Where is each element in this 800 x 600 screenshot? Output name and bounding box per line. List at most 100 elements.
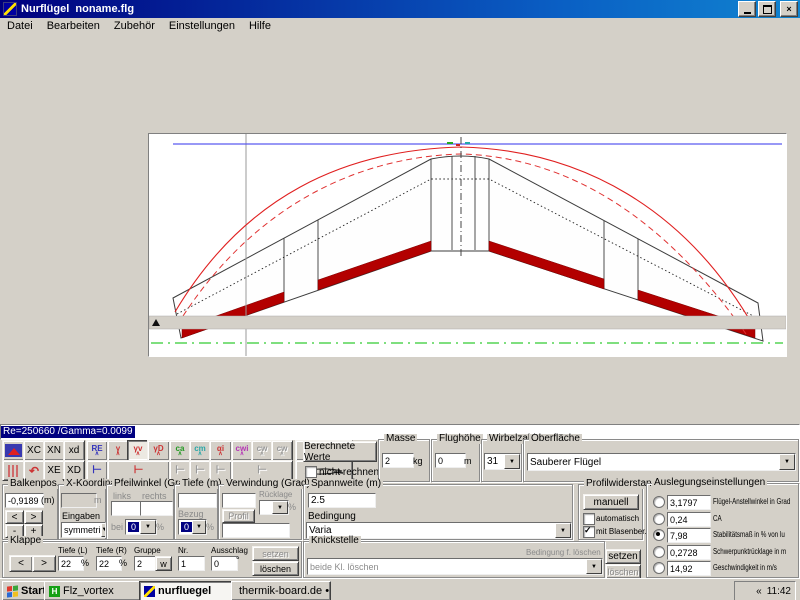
verwindung-extra-input[interactable] [222,523,290,538]
plot-cw-button-1[interactable]: cw∧ [251,440,273,461]
plot-cw-button-2[interactable]: cw∧ [271,440,293,461]
xn-button[interactable]: XN [43,440,65,461]
pfeilwinkel-links-input[interactable] [111,501,143,516]
schwerpunkt-label: Schwerpunktrücklage in m [713,547,786,556]
wing-drawing-canvas[interactable] [148,133,787,357]
automatisch-checkbox[interactable] [583,513,595,525]
eingaben-combo[interactable]: symmetri ▼ [61,522,106,538]
stabilitaetsmass-input[interactable]: 7,98 [667,528,711,543]
schwerpunkt-input[interactable]: 0,2728 [667,545,711,560]
gruppe-label: Gruppe [134,546,161,555]
plot-re-button[interactable]: RE∧ [86,440,108,461]
klappe-next-button[interactable]: > [32,555,56,572]
tiefe-input[interactable] [178,493,217,508]
menu-hilfe[interactable]: Hilfe [242,20,278,32]
plot-gamma-button[interactable]: γ∧ [107,440,129,461]
bedingung-label: Bedingung [308,511,356,522]
klappe-loeschen-button[interactable]: löschen [252,561,299,576]
menu-einstellungen[interactable]: Einstellungen [162,20,242,32]
anstellwinkel-input[interactable]: 3,1797 [667,495,711,510]
plot-gamma-d-button[interactable]: γD∧ [147,440,170,461]
close-button[interactable]: × [780,1,798,17]
chevron-down-icon[interactable]: ▼ [504,454,520,469]
gamma-v-plot-icon: γv∧ [134,445,143,457]
geschwindigkeit-input[interactable]: 14,92 [667,561,711,576]
chevron-down-icon[interactable]: ▼ [272,501,288,514]
chevron-down-icon[interactable]: ▼ [140,520,156,534]
start-button[interactable]: Start [2,581,48,600]
menu-datei[interactable]: Datei [0,20,40,32]
plot-ca-button[interactable]: ca∧ [169,440,191,461]
balkenpos-input[interactable]: -0,9189 [5,493,44,508]
gamma-d-plot-icon: γD∧ [153,445,163,457]
ca-input[interactable]: 0,24 [667,512,711,527]
radio-anstellwinkel[interactable] [653,496,665,508]
chevron-down-icon[interactable]: ▼ [555,523,571,538]
task-nurfluegel[interactable]: nurfluegel [139,581,237,600]
knickstelle-combo[interactable]: beide Kl. löschen ▼ [307,558,603,575]
nicht-rechnen-checkbox[interactable] [305,466,317,478]
cwi-plot-icon: cwi∧ [236,445,249,457]
profil-button[interactable]: Profil [222,509,255,523]
wirbelzahl-combo[interactable]: 31 ▼ [484,453,521,470]
xc-button[interactable]: XC [23,440,45,461]
clock[interactable]: 11:42 [767,586,791,597]
minimize-button[interactable] [738,1,756,17]
klappe-prev-button[interactable]: < [9,555,33,572]
chevron-down-icon[interactable]: ▼ [586,559,602,574]
app-window: Nurflügel noname.flg × Datei Bearbeiten … [0,0,800,600]
tray-icon[interactable]: « [756,586,762,597]
oberflaeche-combo[interactable]: Sauberer Flügel ▼ [527,453,796,471]
restore-button[interactable] [758,1,776,17]
ausschlag-input[interactable]: 0 [211,556,238,571]
xkoordinate-input[interactable] [61,493,97,508]
nr-input[interactable]: 1 [178,556,205,571]
canvas-splitter-bar[interactable] [149,316,786,329]
masse-group: Masse 2 kg [378,439,430,482]
wing-view-button[interactable] [2,440,25,461]
berechnete-werte-button[interactable]: Berechnete Werte [303,441,377,462]
tiefe-l-percent: % [81,558,89,568]
verwindung-input[interactable] [222,493,256,508]
task-thermik-board[interactable]: thermik-board.de •... [231,581,331,600]
bei-combo[interactable]: 0 ▼ [125,519,157,535]
spannweite-input[interactable]: 2.5 [308,493,376,508]
masse-input[interactable]: 2 [382,453,414,468]
plot-alpha-i-button[interactable]: αi∧ [209,440,232,461]
wirbelzahl-group: Wirbelzahl 31 ▼ [481,439,522,482]
flag-blue-icon: ⊢ [92,465,102,476]
radio-geschwindigkeit[interactable] [653,562,665,574]
radio-ca[interactable] [653,513,665,525]
plot-cwi-button[interactable]: cwi∧ [231,440,253,461]
flughoehe-input[interactable]: 0 [435,453,466,468]
blasen-checkbox[interactable] [583,526,595,538]
tiefe-group: Tiefe (m) Bezug 0 ▼ % [174,484,218,540]
klappe-setzen-button[interactable]: setzen [252,546,299,561]
radio-schwerpunkt[interactable] [653,546,665,558]
gruppe-w-button[interactable]: w [155,556,172,571]
pfeil-percent: % [156,522,164,532]
ausschlag-deg: ° [236,555,240,565]
balkenpos-next-button[interactable]: > [24,510,43,524]
bezug-combo[interactable]: 0 ▼ [178,519,207,535]
ruecklage-combo[interactable]: ▼ [259,500,289,515]
re-plot-icon: RE∧ [91,445,102,457]
window-title: Nurflügel noname.flg [21,3,134,15]
task-flz-vortex[interactable]: H Flz_vortex [44,581,144,600]
knick-setzen-button[interactable]: setzen [605,549,641,564]
manuell-button[interactable]: manuell [583,494,639,510]
pfeilwinkel-rechts-input[interactable] [140,501,173,516]
xd-button[interactable]: xd [63,440,85,461]
menu-bearbeiten[interactable]: Bearbeiten [40,20,107,32]
plot-cm-button[interactable]: cm∧ [189,440,211,461]
chevron-down-icon[interactable]: ▼ [779,454,795,470]
tiefe-percent: % [206,522,214,532]
menu-zubehoer[interactable]: Zubehör [107,20,162,32]
radio-stabilitaetsmass[interactable] [653,529,665,541]
balkenpos-prev-button[interactable]: < [5,510,24,524]
tiefe-l-label: Tiefe (L) [58,546,88,555]
chevron-down-icon[interactable]: ▼ [192,520,206,534]
plot-gamma-v-button[interactable]: γv∧ [127,440,149,461]
pfeilwinkel-group: Pfeilwinkel (Grad links rechts bei 0 ▼ % [106,484,174,540]
knick-loeschen-button[interactable]: löschen [605,564,641,579]
